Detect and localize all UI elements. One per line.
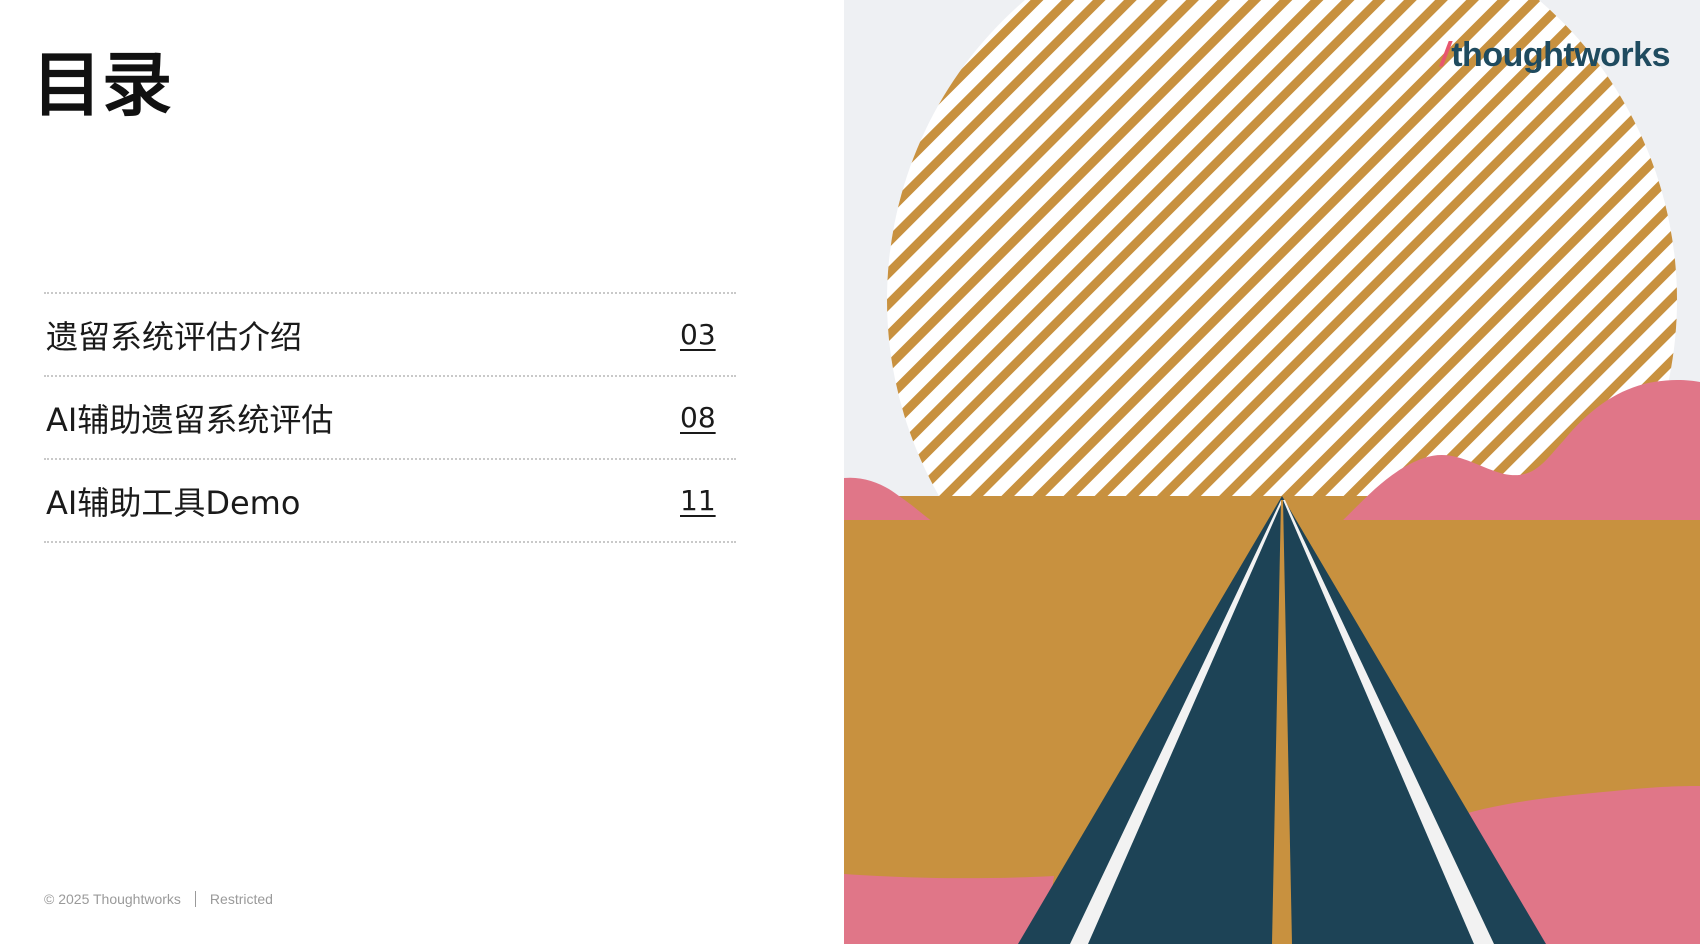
toc-item-legacy-assessment-intro[interactable]: 遗留系统评估介绍 03 — [44, 294, 736, 377]
toc-item-label: AI辅助遗留系统评估 — [46, 400, 334, 439]
bottom-left-dune — [844, 874, 1054, 944]
road-illustration-panel: / thoughtworks — [844, 0, 1700, 944]
slide: 目录 遗留系统评估介绍 03 AI辅助遗留系统评估 08 AI辅助工具Demo … — [0, 0, 1700, 944]
toc-item-ai-assisted-assessment[interactable]: AI辅助遗留系统评估 08 — [44, 377, 736, 460]
road-illustration — [844, 0, 1700, 944]
toc-page-link[interactable]: 03 — [680, 318, 736, 351]
footer: © 2025 Thoughtworks Restricted — [44, 891, 273, 907]
page-title: 目录 — [32, 43, 172, 126]
toc-item-label: 遗留系统评估介绍 — [46, 317, 303, 356]
table-of-contents: 遗留系统评估介绍 03 AI辅助遗留系统评估 08 AI辅助工具Demo 11 — [44, 292, 736, 543]
thoughtworks-logo: / thoughtworks — [1440, 36, 1670, 75]
logo-slash: / — [1440, 36, 1450, 74]
toc-item-label: AI辅助工具Demo — [46, 483, 301, 522]
toc-page-link[interactable]: 11 — [680, 484, 736, 517]
copyright-text: © 2025 Thoughtworks — [44, 891, 181, 907]
footer-divider — [194, 891, 196, 907]
classification-label: Restricted — [209, 891, 273, 907]
toc-item-ai-tool-demo[interactable]: AI辅助工具Demo 11 — [44, 460, 736, 543]
agenda-panel: 目录 遗留系统评估介绍 03 AI辅助遗留系统评估 08 AI辅助工具Demo … — [0, 0, 844, 944]
toc-page-link[interactable]: 08 — [680, 401, 736, 434]
logo-wordmark: thoughtworks — [1451, 36, 1670, 74]
